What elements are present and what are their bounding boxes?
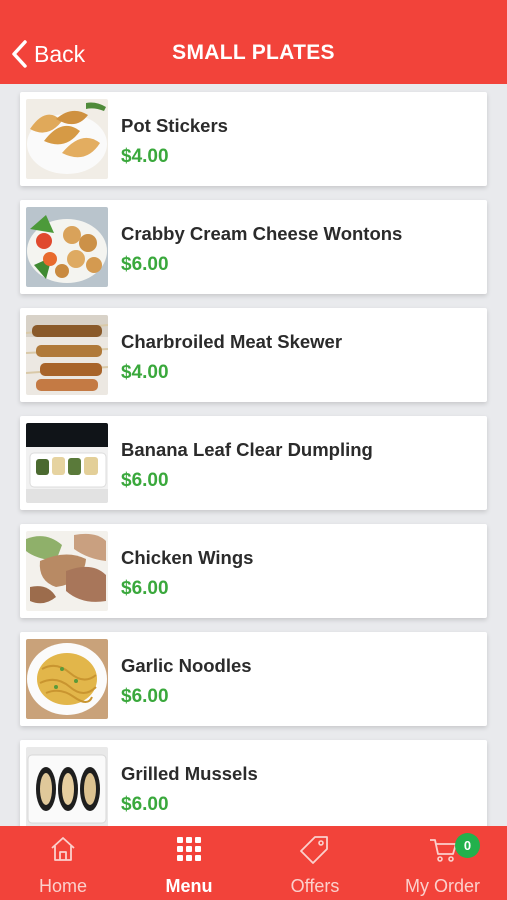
home-icon [51,837,75,861]
cart-icon [429,839,457,862]
menu-item-meat-skewer[interactable]: Charbroiled Meat Skewer $4.00 [20,308,487,402]
dumpling-photo [26,423,108,503]
item-name: Charbroiled Meat Skewer [121,331,343,352]
item-name: Chicken Wings [121,547,254,568]
item-name: Pot Stickers [121,115,228,136]
item-price: $4.00 [121,362,169,383]
menu-item-pot-stickers[interactable]: Pot Stickers $4.00 [20,92,487,186]
tab-label: My Order [404,876,480,896]
item-price: $6.00 [121,686,169,707]
potstickers-photo [26,99,108,179]
wontons-photo [26,207,108,287]
item-name: Garlic Noodles [121,655,252,676]
menu-item-garlic-noodles[interactable]: Garlic Noodles $6.00 [20,632,487,726]
tab-my-order[interactable]: 0 My Order [378,826,507,900]
app-header: Back SMALL PLATES [0,0,507,84]
item-price: $6.00 [121,578,169,599]
item-name: Banana Leaf Clear Dumpling [121,439,373,460]
skewer-photo [26,315,108,395]
wings-photo [26,531,108,611]
noodles-photo [26,639,108,719]
menu-item-list[interactable]: Pot Stickers $4.00 Crabby Cream Cheese W… [0,84,507,826]
tab-offers[interactable]: Offers [252,826,378,900]
item-price: $4.00 [121,146,169,167]
grid-icon [177,837,201,861]
item-price: $6.00 [121,794,169,815]
item-name: Grilled Mussels [121,763,258,784]
cart-count-badge: 0 [455,833,480,858]
tab-home[interactable]: Home [0,826,126,900]
item-price: $6.00 [121,254,169,275]
tab-label: Offers [290,876,340,896]
menu-item-chicken-wings[interactable]: Chicken Wings $6.00 [20,524,487,618]
tab-label: Menu [165,876,213,896]
bottom-tab-bar: Home Menu Offers 0 My Order [0,826,507,900]
item-price: $6.00 [121,470,169,491]
menu-item-grilled-mussels[interactable]: Grilled Mussels $6.00 [20,740,487,826]
tab-menu[interactable]: Menu [126,826,252,900]
mussels-photo [26,747,108,826]
menu-item-wontons[interactable]: Crabby Cream Cheese Wontons $6.00 [20,200,487,294]
tag-icon [300,836,328,864]
page-title: SMALL PLATES [172,41,335,64]
tab-label: Home [38,876,87,896]
menu-item-clear-dumpling[interactable]: Banana Leaf Clear Dumpling $6.00 [20,416,487,510]
item-name: Crabby Cream Cheese Wontons [121,223,403,244]
